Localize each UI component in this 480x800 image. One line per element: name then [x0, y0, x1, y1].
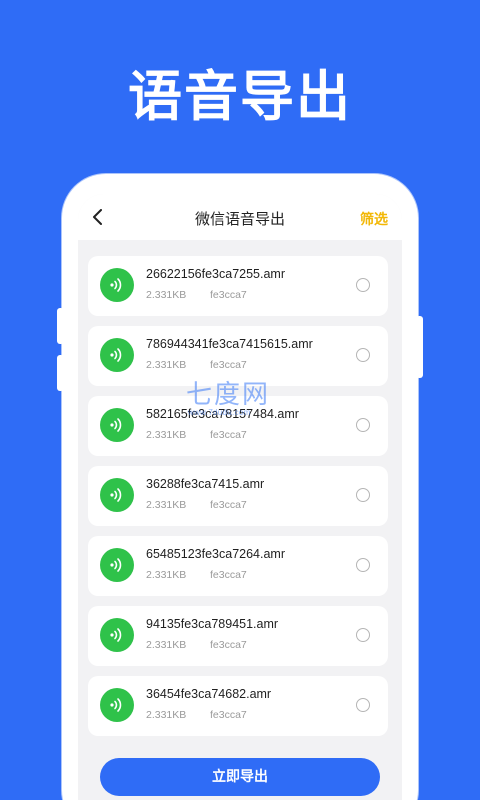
file-hash: fe3cca7	[210, 709, 247, 721]
voice-icon	[100, 268, 134, 302]
voice-icon	[100, 688, 134, 722]
voice-icon	[100, 478, 134, 512]
watermark-url: www.7dudu.com	[188, 408, 251, 417]
file-hash: fe3cca7	[210, 499, 247, 511]
file-name: 94135fe3ca789451.amr	[146, 617, 279, 631]
file-hash: fe3cca7	[210, 639, 247, 651]
file-size: 2.331KB	[146, 499, 187, 511]
file-name: 36454fe3ca74682.amr	[146, 687, 272, 701]
file-size: 2.331KB	[146, 709, 187, 721]
voice-icon	[100, 338, 134, 372]
voice-file-item[interactable]: 94135fe3ca789451.amr 2.331KB fe3cca7	[88, 606, 388, 666]
voice-icon	[100, 408, 134, 442]
file-hash: fe3cca7	[210, 429, 247, 441]
export-now-button[interactable]: 立即导出	[100, 758, 380, 796]
promo-headline: 语音导出	[128, 65, 352, 128]
file-size: 2.331KB	[146, 359, 187, 371]
page-title: 微信语音导出	[194, 210, 285, 228]
select-radio[interactable]	[356, 698, 370, 712]
file-name: 26622156fe3ca7255.amr	[146, 267, 286, 281]
select-radio[interactable]	[356, 418, 370, 432]
file-name: 786944341fe3ca7415615.amr	[146, 337, 313, 351]
voice-icon	[100, 548, 134, 582]
filter-button[interactable]: 筛选	[360, 209, 388, 229]
navigation-bar: 微信语音导出 筛选	[78, 194, 402, 240]
voice-file-item[interactable]: 26622156fe3ca7255.amr 2.331KB fe3cca7	[88, 256, 388, 316]
file-hash: fe3cca7	[210, 289, 247, 301]
file-size: 2.331KB	[146, 289, 187, 301]
app-screen: 微信语音导出 筛选 26622156fe3ca7255.amr 2.331KB fe…	[78, 194, 402, 800]
file-name: 65485123fe3ca7264.amr	[146, 547, 286, 561]
select-radio[interactable]	[356, 628, 370, 642]
select-radio[interactable]	[356, 348, 370, 362]
watermark: 七度网	[186, 380, 271, 410]
file-size: 2.331KB	[146, 639, 187, 651]
select-radio[interactable]	[356, 488, 370, 502]
voice-file-item[interactable]: 36288fe3ca7415.amr 2.331KB fe3cca7	[88, 466, 388, 526]
file-size: 2.331KB	[146, 429, 187, 441]
voice-icon	[100, 618, 134, 652]
voice-file-item[interactable]: 65485123fe3ca7264.amr 2.331KB fe3cca7	[88, 536, 388, 596]
file-size: 2.331KB	[146, 569, 187, 581]
file-hash: fe3cca7	[210, 569, 247, 581]
file-hash: fe3cca7	[210, 359, 247, 371]
voice-file-item[interactable]: 36454fe3ca74682.amr 2.331KB fe3cca7	[88, 676, 388, 736]
file-name: 36288fe3ca7415.amr	[146, 477, 265, 491]
select-radio[interactable]	[356, 278, 370, 292]
select-radio[interactable]	[356, 558, 370, 572]
